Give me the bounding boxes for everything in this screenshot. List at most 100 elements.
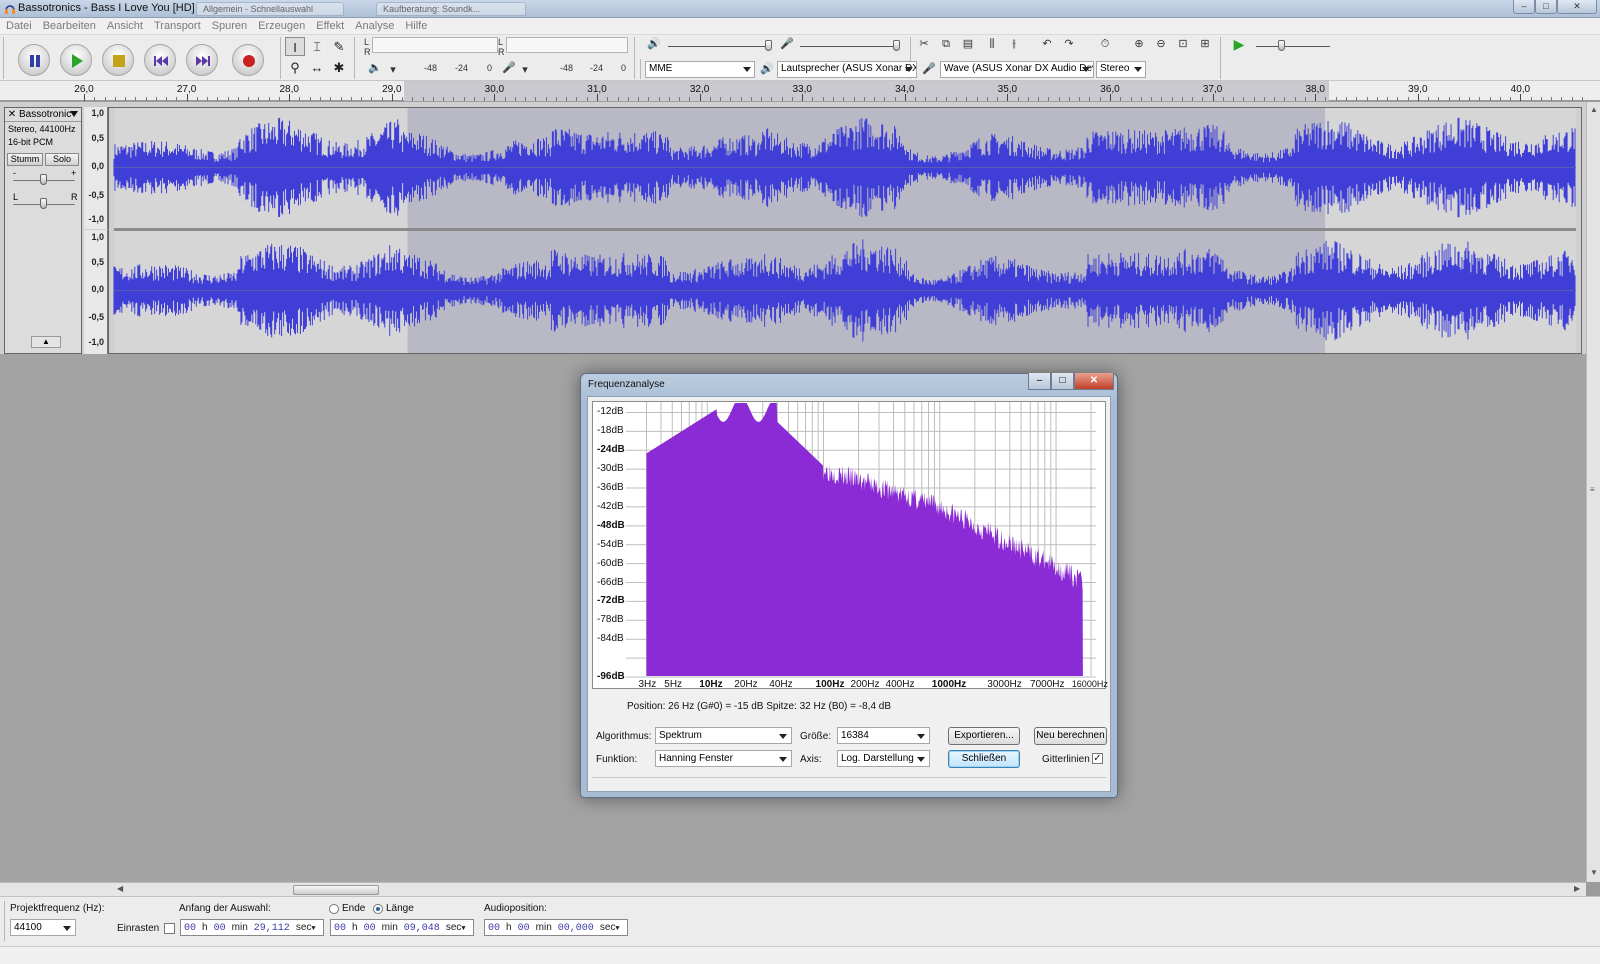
close-window-button[interactable]: ✕	[1557, 0, 1597, 14]
minimize-button[interactable]: –	[1513, 0, 1535, 14]
gain-slider[interactable]	[40, 174, 47, 185]
redo-icon[interactable]: ↷	[1060, 35, 1078, 53]
project-rate-select[interactable]: 44100	[10, 919, 76, 936]
menu-hilfe[interactable]: Hilfe	[399, 18, 432, 32]
audio-host-select[interactable]: MME	[645, 61, 755, 78]
pause-button[interactable]	[18, 44, 50, 76]
vertical-ruler-right: 1,0 0,5 0,0 -0,5 -1,0	[84, 230, 108, 354]
skip-to-start-button[interactable]	[144, 44, 176, 76]
fit-selection-icon[interactable]: ⊡	[1174, 35, 1192, 53]
record-volume-slider[interactable]	[893, 40, 900, 51]
track-name-bar[interactable]: ✕ Bassotronic	[5, 108, 81, 122]
horizontal-scrollbar[interactable]: ◀ ▶	[0, 882, 1586, 896]
grid-lines-checkbox[interactable]: ✓	[1092, 753, 1103, 764]
skip-to-end-button[interactable]	[186, 44, 218, 76]
chevron-down-icon[interactable]: ▼	[461, 925, 465, 933]
chevron-down-icon[interactable]: ▾	[384, 61, 402, 79]
stop-button[interactable]	[102, 44, 134, 76]
track-control-panel[interactable]: ✕ Bassotronic Stereo, 44100Hz 16-bit PCM…	[4, 107, 82, 354]
scroll-thumb[interactable]	[293, 885, 379, 895]
sync-lock-icon[interactable]: ⏱	[1096, 35, 1114, 53]
spectrum-plot[interactable]	[624, 402, 1106, 678]
ruler-minor-tick	[853, 97, 855, 101]
dialog-minimize-button[interactable]: –	[1028, 373, 1051, 390]
ruler-minor-tick	[340, 97, 342, 101]
menu-datei[interactable]: Datei	[0, 18, 37, 32]
close-dialog-button[interactable]: Schließen	[948, 750, 1020, 768]
time-shift-tool-icon[interactable]: ↔	[307, 58, 327, 77]
fit-project-icon[interactable]: ⊞	[1196, 35, 1214, 53]
menu-analyse[interactable]: Analyse	[349, 18, 399, 32]
ruler-minor-tick	[832, 97, 834, 101]
play-button[interactable]	[60, 44, 92, 76]
maximize-button[interactable]: □	[1535, 0, 1557, 14]
timeline-ruler[interactable]: 26,0 27,0 28,0 29,0 30,0 31,0 32,0 33,0 34,0 35,0…	[0, 81, 1600, 101]
waveform-display[interactable]	[108, 107, 1582, 354]
snap-checkbox[interactable]	[164, 923, 175, 934]
length-radio[interactable]	[373, 904, 383, 914]
menu-ansicht[interactable]: Ansicht	[101, 18, 148, 32]
multi-tool-icon[interactable]: ✱	[329, 58, 349, 77]
size-select[interactable]: 16384	[837, 727, 930, 744]
playback-meter[interactable]	[372, 37, 498, 53]
copy-icon[interactable]: ⧉	[937, 35, 955, 53]
playback-volume-slider[interactable]	[765, 40, 772, 51]
menu-spuren[interactable]: Spuren	[206, 18, 252, 32]
scroll-left-icon[interactable]: ◀	[117, 884, 123, 893]
export-button[interactable]: Exportieren...	[948, 727, 1020, 745]
ruler-major-tick	[1110, 94, 1111, 101]
solo-button[interactable]: Solo	[45, 153, 79, 166]
zoom-in-icon[interactable]: ⊕	[1130, 35, 1148, 53]
mute-button[interactable]: Stumm	[7, 153, 43, 166]
window-function-select[interactable]: Hanning Fenster	[655, 750, 792, 767]
menu-erzeugen[interactable]: Erzeugen	[252, 18, 310, 32]
chevron-down-icon[interactable]	[70, 111, 78, 117]
selection-start-time[interactable]: 00 h 00 min 29,112 sec▼	[180, 919, 324, 936]
frequency-tick-label: 16000Hz	[1071, 679, 1108, 689]
menu-transport[interactable]: Transport	[148, 18, 206, 32]
axis-select[interactable]: Log. Darstellung	[837, 750, 930, 767]
pan-slider[interactable]	[40, 198, 47, 209]
draw-tool-icon[interactable]: ✎	[329, 37, 349, 56]
play-speed-slider[interactable]	[1278, 40, 1285, 51]
ruler-minor-tick	[1356, 97, 1358, 101]
input-channels-select[interactable]: Stereo	[1096, 61, 1146, 78]
scroll-up-icon[interactable]: ▲	[1590, 105, 1598, 114]
record-meter[interactable]	[506, 37, 628, 53]
dialog-close-button[interactable]: ✕	[1074, 373, 1114, 390]
chevron-down-icon[interactable]: ▼	[311, 925, 315, 933]
scroll-right-icon[interactable]: ▶	[1574, 884, 1580, 893]
algorithm-select[interactable]: Spektrum	[655, 727, 792, 744]
zoom-out-icon[interactable]: ⊖	[1152, 35, 1170, 53]
dialog-maximize-button[interactable]: □	[1051, 373, 1074, 390]
end-radio[interactable]	[329, 904, 339, 914]
audio-position-time[interactable]: 00 h 00 min 00,000 sec▼	[484, 919, 628, 936]
envelope-tool-icon[interactable]: ⌶	[307, 37, 327, 56]
output-device-select[interactable]: Lautsprecher (ASUS Xonar DX	[777, 61, 917, 78]
selection-tool-icon[interactable]: I	[285, 37, 305, 56]
chevron-down-icon[interactable]: ▾	[516, 61, 534, 79]
track-name[interactable]: Bassotronic	[19, 109, 71, 120]
ruler-major-tick	[904, 94, 906, 101]
collapse-track-button[interactable]: ▲	[31, 336, 61, 348]
selection-length-time[interactable]: 00 h 00 min 09,048 sec▼	[330, 919, 474, 936]
paste-icon[interactable]: ▤	[959, 35, 977, 53]
menu-bearbeiten[interactable]: Bearbeiten	[37, 18, 101, 32]
undo-icon[interactable]: ↶	[1038, 35, 1056, 53]
play-at-speed-icon[interactable]: ▶	[1230, 35, 1248, 53]
algorithm-label: Algorithmus:	[596, 731, 652, 742]
ruler-minor-tick	[1448, 97, 1450, 101]
scroll-down-icon[interactable]: ▼	[1590, 868, 1598, 877]
vertical-scrollbar[interactable]: ▲ ≡ ▼	[1586, 102, 1600, 882]
close-track-icon[interactable]: ✕	[7, 109, 17, 120]
cut-icon[interactable]: ✂	[915, 35, 933, 53]
zoom-tool-icon[interactable]: ⚲	[285, 58, 305, 77]
trim-icon[interactable]: ⫼	[983, 35, 1001, 53]
input-device-select[interactable]: Wave (ASUS Xonar DX Audio Devi	[940, 61, 1094, 78]
recalculate-button[interactable]: Neu berechnen	[1034, 727, 1107, 745]
menu-effekt[interactable]: Effekt	[310, 18, 349, 32]
chevron-down-icon[interactable]: ▼	[615, 925, 619, 933]
silence-icon[interactable]: ⫲	[1005, 35, 1023, 53]
scroll-grip-icon[interactable]: ≡	[1590, 485, 1595, 494]
record-button[interactable]	[232, 44, 264, 76]
